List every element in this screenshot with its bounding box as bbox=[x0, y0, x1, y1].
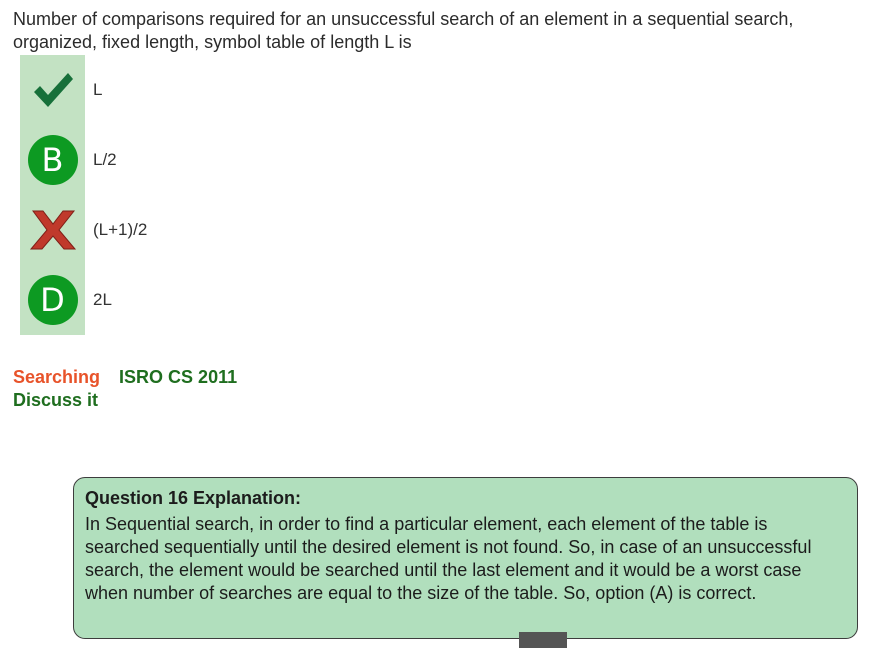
option-a[interactable]: L bbox=[20, 55, 147, 125]
explanation-title: Question 16 Explanation: bbox=[85, 488, 302, 508]
discuss-link[interactable]: Discuss it bbox=[13, 389, 237, 412]
scroll-handle[interactable] bbox=[519, 632, 567, 648]
topic-tag-link[interactable]: Searching bbox=[13, 367, 100, 387]
cross-icon bbox=[29, 210, 76, 250]
option-a-marker bbox=[20, 55, 85, 125]
option-d-label: 2L bbox=[93, 290, 112, 309]
option-b-label: L/2 bbox=[93, 150, 117, 169]
question-tags: Searching ISRO CS 2011 Discuss it bbox=[13, 366, 237, 412]
option-a-label: L bbox=[93, 80, 103, 99]
exam-tag-link[interactable]: ISRO CS 2011 bbox=[119, 367, 237, 387]
question-text: Number of comparisons required for an un… bbox=[13, 9, 794, 52]
option-b[interactable]: B L/2 bbox=[20, 125, 147, 195]
option-c-marker bbox=[20, 195, 85, 265]
option-d[interactable]: D 2L bbox=[20, 265, 147, 335]
explanation-box: Question 16 Explanation: In Sequential s… bbox=[73, 477, 858, 639]
option-b-marker: B bbox=[20, 125, 85, 195]
option-c-label: (L+1)/2 bbox=[93, 220, 148, 239]
option-c[interactable]: (L+1)/2 bbox=[20, 195, 147, 265]
option-d-marker: D bbox=[20, 265, 85, 335]
option-d-letter-badge: D bbox=[27, 275, 78, 325]
answer-options: L B L/2 (L+1)/2 D 2L bbox=[20, 55, 147, 335]
option-b-letter-badge: B bbox=[27, 135, 78, 185]
check-icon bbox=[33, 73, 73, 107]
explanation-body: In Sequential search, in order to find a… bbox=[85, 514, 812, 603]
